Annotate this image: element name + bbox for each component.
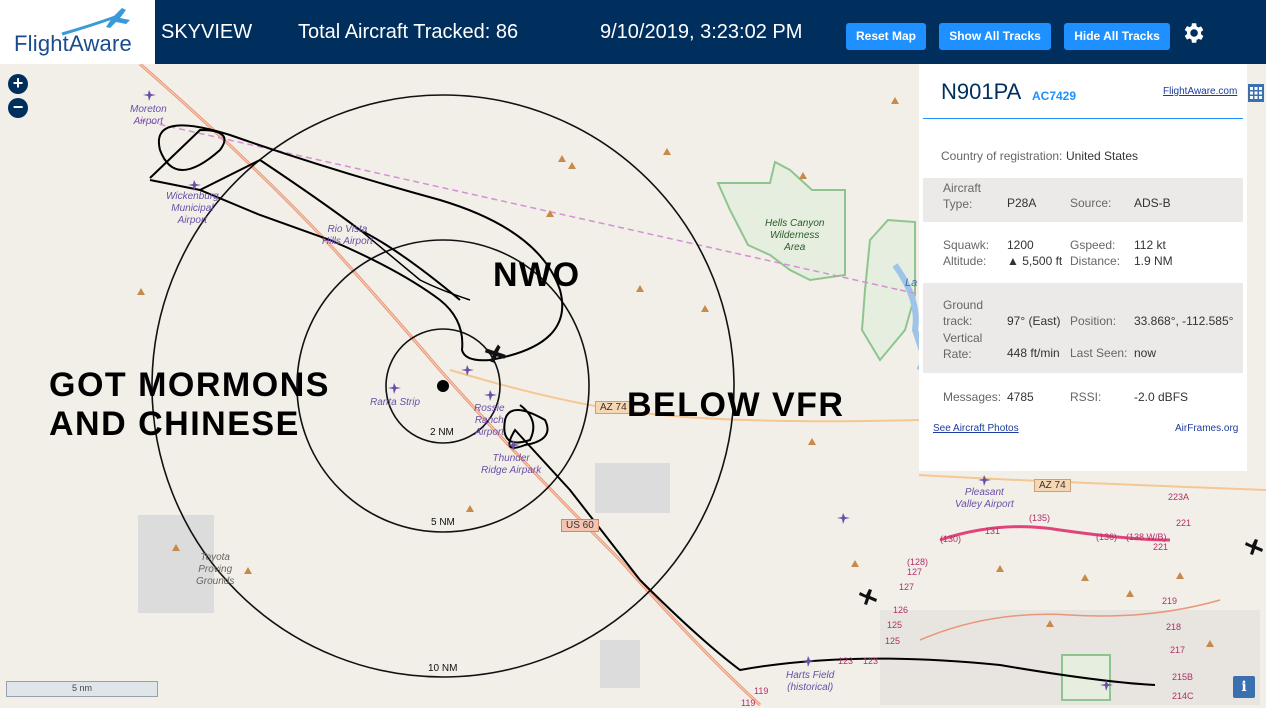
info-row-type: Aircraft Type: P28A Source: ADS-B [923, 178, 1243, 222]
country-value: United States [1066, 149, 1139, 163]
info-icon[interactable]: i [1233, 676, 1255, 698]
map-scale-bar: 5 nm [6, 681, 158, 697]
info-row-track: Ground track: 97° (East) Position: 33.86… [923, 283, 1243, 373]
gspeed-value: 112 kt [1134, 238, 1166, 252]
track-value: 97° (East) [1007, 314, 1061, 328]
top-header: FlightAware SKYVIEW Total Aircraft Track… [0, 0, 1266, 64]
aircraft-type-label: Aircraft Type: [943, 181, 982, 212]
panel-divider [923, 118, 1243, 119]
position-label: Position: [1070, 314, 1117, 328]
vrate-value: 448 ft/min [1007, 346, 1060, 360]
lastseen-value: now [1134, 346, 1157, 360]
show-all-tracks-button[interactable]: Show All Tracks [939, 23, 1051, 50]
rssi-value: -2.0 dBFS [1134, 390, 1189, 404]
aircraft-info-panel: N901PA AC7429 FlightAware.com Country of… [919, 64, 1247, 471]
gear-icon[interactable] [1180, 20, 1206, 46]
zoom-in-button[interactable]: + [8, 74, 28, 94]
scale-label: 5 nm [71, 683, 92, 693]
source-label: Source: [1070, 196, 1112, 210]
aircraft-registration: N901PA [941, 79, 1022, 104]
aircraft-photos-link[interactable]: See Aircraft Photos [933, 423, 1019, 434]
squawk-value: 1200 [1007, 238, 1034, 252]
messages-label: Messages: [943, 390, 1002, 404]
vrate-label: Vertical Rate: [943, 331, 983, 362]
flightaware-logo[interactable]: FlightAware [0, 0, 155, 64]
reset-map-button[interactable]: Reset Map [846, 23, 926, 50]
airframes-link[interactable]: AirFrames.org [1175, 423, 1238, 434]
rssi-label: RSSI: [1070, 390, 1102, 404]
track-label: Ground track: [943, 298, 984, 329]
squawk-label: Squawk: [943, 238, 990, 252]
table-icon[interactable] [1248, 84, 1264, 102]
messages-value: 4785 [1007, 390, 1034, 404]
app-name: SKYVIEW [161, 21, 253, 43]
gspeed-label: Gspeed: [1070, 238, 1116, 252]
aircraft-callsign[interactable]: AC7429 [1032, 89, 1076, 103]
zoom-out-button[interactable]: − [8, 98, 28, 118]
lastseen-label: Last Seen: [1070, 346, 1128, 360]
datetime: 9/10/2019, 3:23:02 PM [600, 21, 803, 43]
position-value: 33.868°, -112.585° [1134, 314, 1234, 328]
distance-label: Distance: [1070, 254, 1121, 268]
brand-name: FlightAware [14, 31, 132, 56]
info-row-squawk: Squawk: 1200 Gspeed: 112 kt Altitude: ▲ … [923, 234, 1243, 274]
right-border [1266, 0, 1271, 711]
altitude-value: ▲ 5,500 ft [1007, 254, 1063, 268]
altitude-label: Altitude: [943, 254, 987, 268]
source-value: ADS-B [1134, 196, 1171, 210]
aircraft-count: Total Aircraft Tracked: 86 [298, 21, 519, 43]
country-label: Country of registration: [941, 149, 1063, 163]
distance-value: 1.9 NM [1134, 254, 1173, 268]
aircraft-type-value: P28A [1007, 196, 1037, 210]
flightaware-link[interactable]: FlightAware.com [1163, 86, 1237, 97]
hide-all-tracks-button[interactable]: Hide All Tracks [1064, 23, 1170, 50]
